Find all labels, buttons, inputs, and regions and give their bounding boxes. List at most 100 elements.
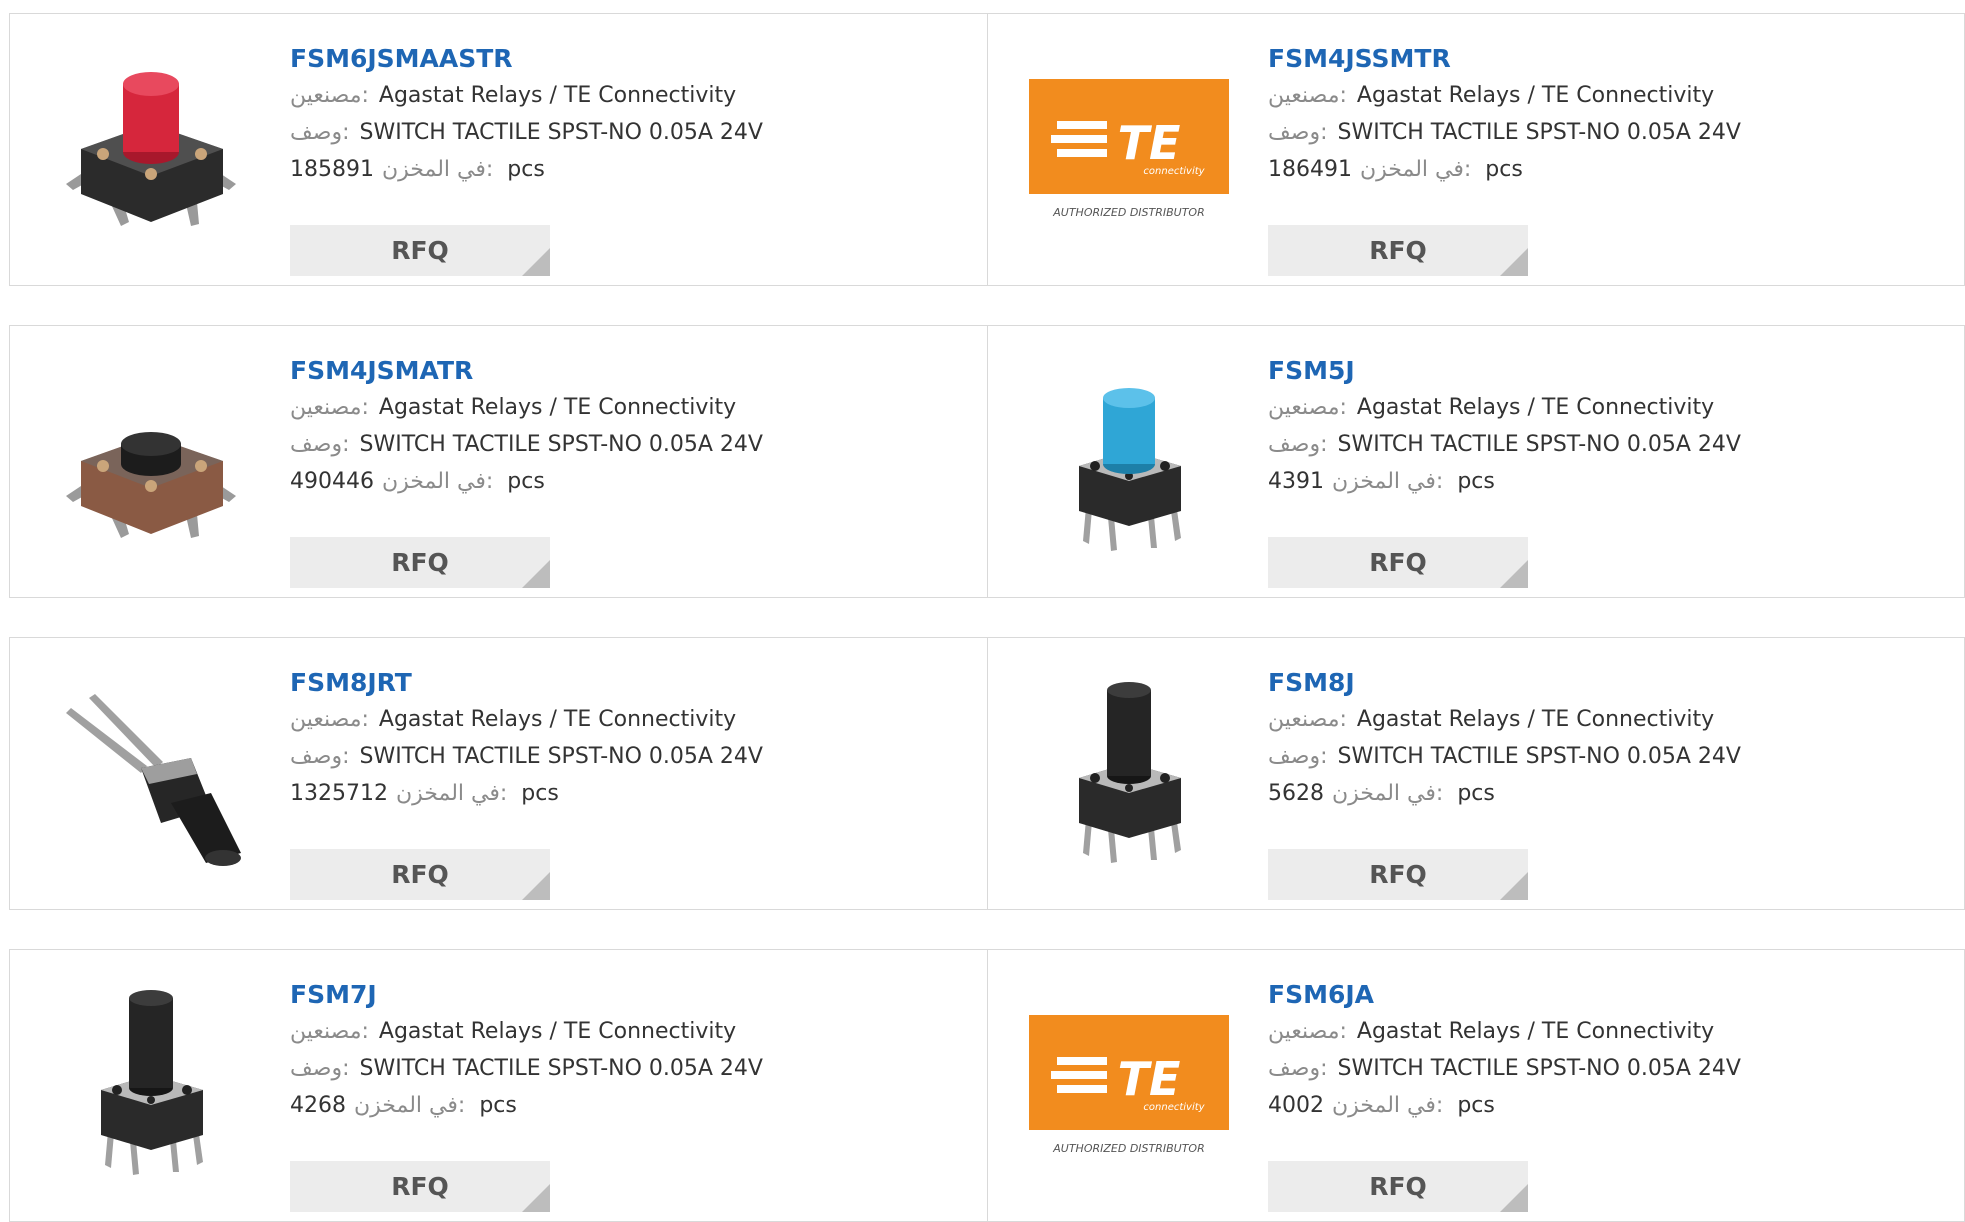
rfq-label: RFQ bbox=[1369, 1172, 1427, 1201]
manufacturer-label: مصنعين: bbox=[290, 395, 369, 420]
product-card: FSM6JSMAASTR مصنعين: Agastat Relays / TE … bbox=[10, 14, 987, 285]
stock-line: 186491 في المخزن: pcs bbox=[1268, 155, 1741, 185]
product-row: FSM4JSMATR مصنعين: Agastat Relays / TE Co… bbox=[9, 325, 1965, 598]
manufacturer-label: مصنعين: bbox=[1268, 707, 1347, 732]
manufacturer-value: Agastat Relays / TE Connectivity bbox=[1356, 395, 1715, 420]
rfq-corner-decoration bbox=[1500, 872, 1528, 900]
product-image[interactable] bbox=[1029, 366, 1229, 566]
product-image[interactable] bbox=[51, 54, 251, 254]
rfq-corner-decoration bbox=[1500, 248, 1528, 276]
stock-label: في المخزن: bbox=[1359, 157, 1472, 182]
product-card: FSM7J مصنعين: Agastat Relays / TE Connect… bbox=[10, 950, 987, 1221]
description-value: SWITCH TACTILE SPST-NO 0.05A 24V bbox=[359, 432, 763, 457]
rfq-corner-decoration bbox=[522, 560, 550, 588]
stock-label: في المخزن: bbox=[1332, 1093, 1444, 1118]
description-line: وصف: SWITCH TACTILE SPST-NO 0.05A 24V bbox=[290, 430, 763, 460]
product-info: FSM8J مصنعين: Agastat Relays / TE Connect… bbox=[1268, 668, 1741, 809]
rfq-label: RFQ bbox=[391, 236, 449, 265]
te-logo-sub: connectivity bbox=[1143, 166, 1205, 177]
stock-units: pcs bbox=[1457, 1093, 1495, 1118]
stock-units: pcs bbox=[521, 781, 559, 806]
rfq-button[interactable]: RFQ bbox=[290, 225, 550, 276]
rfq-button[interactable]: RFQ bbox=[290, 849, 550, 900]
te-logo: TE connectivity AUTHORIZED DISTRIBUTOR bbox=[1029, 1015, 1229, 1155]
part-number-link[interactable]: FSM4JSSMTR bbox=[1268, 44, 1741, 74]
product-info: FSM6JA مصنعين: Agastat Relays / TE Connec… bbox=[1268, 980, 1741, 1121]
product-card: TE connectivity AUTHORIZED DISTRIBUTOR F… bbox=[987, 950, 1964, 1221]
rfq-label: RFQ bbox=[391, 548, 449, 577]
product-info: FSM4JSMATR مصنعين: Agastat Relays / TE Co… bbox=[290, 356, 763, 497]
product-info: FSM8JRT مصنعين: Agastat Relays / TE Conne… bbox=[290, 668, 763, 809]
stock-value: 1325712 bbox=[290, 781, 388, 806]
rfq-label: RFQ bbox=[1369, 236, 1427, 265]
te-logo-tagline: AUTHORIZED DISTRIBUTOR bbox=[1052, 1142, 1205, 1155]
description-label: وصف: bbox=[1268, 120, 1328, 145]
rfq-button[interactable]: RFQ bbox=[1268, 1161, 1528, 1212]
product-image[interactable] bbox=[51, 990, 251, 1190]
manufacturer-label: مصنعين: bbox=[1268, 83, 1347, 108]
manufacturer-value: Agastat Relays / TE Connectivity bbox=[1356, 83, 1715, 108]
stock-line: 5628 في المخزن: pcs bbox=[1268, 779, 1741, 809]
manufacturer-label: مصنعين: bbox=[1268, 1019, 1347, 1044]
rfq-button[interactable]: RFQ bbox=[290, 537, 550, 588]
description-label: وصف: bbox=[290, 120, 350, 145]
stock-label: في المخزن: bbox=[381, 157, 494, 182]
description-value: SWITCH TACTILE SPST-NO 0.05A 24V bbox=[1337, 120, 1741, 145]
stock-value: 4002 bbox=[1268, 1093, 1324, 1118]
part-number-link[interactable]: FSM8JRT bbox=[290, 668, 763, 698]
rfq-button[interactable]: RFQ bbox=[1268, 849, 1528, 900]
stock-value: 490446 bbox=[290, 469, 374, 494]
stock-line: 4268 في المخزن: pcs bbox=[290, 1091, 763, 1121]
te-logo-brand: TE bbox=[1118, 116, 1181, 170]
stock-units: pcs bbox=[479, 1093, 517, 1118]
stock-units: pcs bbox=[507, 157, 545, 182]
product-image[interactable] bbox=[51, 366, 251, 566]
rfq-button[interactable]: RFQ bbox=[1268, 537, 1528, 588]
part-number-link[interactable]: FSM8J bbox=[1268, 668, 1741, 698]
product-row: FSM8JRT مصنعين: Agastat Relays / TE Conne… bbox=[9, 637, 1965, 910]
te-logo-tagline: AUTHORIZED DISTRIBUTOR bbox=[1052, 206, 1205, 219]
manufacturer-value: Agastat Relays / TE Connectivity bbox=[1356, 707, 1715, 732]
description-value: SWITCH TACTILE SPST-NO 0.05A 24V bbox=[359, 1056, 763, 1081]
stock-value: 4268 bbox=[290, 1093, 346, 1118]
rfq-button[interactable]: RFQ bbox=[1268, 225, 1528, 276]
product-image[interactable] bbox=[51, 678, 251, 878]
stock-line: 4391 في المخزن: pcs bbox=[1268, 467, 1741, 497]
part-number-link[interactable]: FSM7J bbox=[290, 980, 763, 1010]
description-value: SWITCH TACTILE SPST-NO 0.05A 24V bbox=[359, 744, 763, 769]
stock-label: في المخزن: bbox=[354, 1093, 466, 1118]
tactile-switch-tall-icon bbox=[51, 990, 251, 1190]
product-image[interactable]: TE connectivity AUTHORIZED DISTRIBUTOR bbox=[1029, 990, 1229, 1190]
stock-units: pcs bbox=[1485, 157, 1523, 182]
product-image[interactable]: TE connectivity AUTHORIZED DISTRIBUTOR bbox=[1029, 54, 1229, 254]
product-card: FSM8J مصنعين: Agastat Relays / TE Connect… bbox=[987, 638, 1964, 909]
manufacturer-line: مصنعين: Agastat Relays / TE Connectivity bbox=[1268, 393, 1741, 423]
manufacturer-label: مصنعين: bbox=[290, 83, 369, 108]
stock-units: pcs bbox=[1457, 781, 1495, 806]
manufacturer-value: Agastat Relays / TE Connectivity bbox=[378, 707, 737, 732]
description-label: وصف: bbox=[1268, 432, 1328, 457]
stock-label: في المخزن: bbox=[381, 469, 494, 494]
description-line: وصف: SWITCH TACTILE SPST-NO 0.05A 24V bbox=[1268, 430, 1741, 460]
manufacturer-label: مصنعين: bbox=[290, 707, 369, 732]
part-number-link[interactable]: FSM6JSMAASTR bbox=[290, 44, 763, 74]
manufacturer-value: Agastat Relays / TE Connectivity bbox=[1356, 1019, 1715, 1044]
manufacturer-label: مصنعين: bbox=[1268, 395, 1347, 420]
part-number-link[interactable]: FSM6JA bbox=[1268, 980, 1741, 1010]
rfq-label: RFQ bbox=[1369, 548, 1427, 577]
rfq-corner-decoration bbox=[522, 248, 550, 276]
tactile-switch-red-icon bbox=[51, 72, 251, 254]
rfq-label: RFQ bbox=[1369, 860, 1427, 889]
stock-value: 186491 bbox=[1268, 157, 1352, 182]
stock-value: 4391 bbox=[1268, 469, 1324, 494]
part-number-link[interactable]: FSM4JSMATR bbox=[290, 356, 763, 386]
manufacturer-value: Agastat Relays / TE Connectivity bbox=[378, 395, 737, 420]
manufacturer-value: Agastat Relays / TE Connectivity bbox=[378, 83, 737, 108]
product-card: FSM4JSMATR مصنعين: Agastat Relays / TE Co… bbox=[10, 326, 987, 597]
rfq-button[interactable]: RFQ bbox=[290, 1161, 550, 1212]
description-line: وصف: SWITCH TACTILE SPST-NO 0.05A 24V bbox=[1268, 118, 1741, 148]
part-number-link[interactable]: FSM5J bbox=[1268, 356, 1741, 386]
product-info: FSM7J مصنعين: Agastat Relays / TE Connect… bbox=[290, 980, 763, 1121]
product-image[interactable] bbox=[1029, 678, 1229, 878]
stock-label: في المخزن: bbox=[395, 781, 508, 806]
